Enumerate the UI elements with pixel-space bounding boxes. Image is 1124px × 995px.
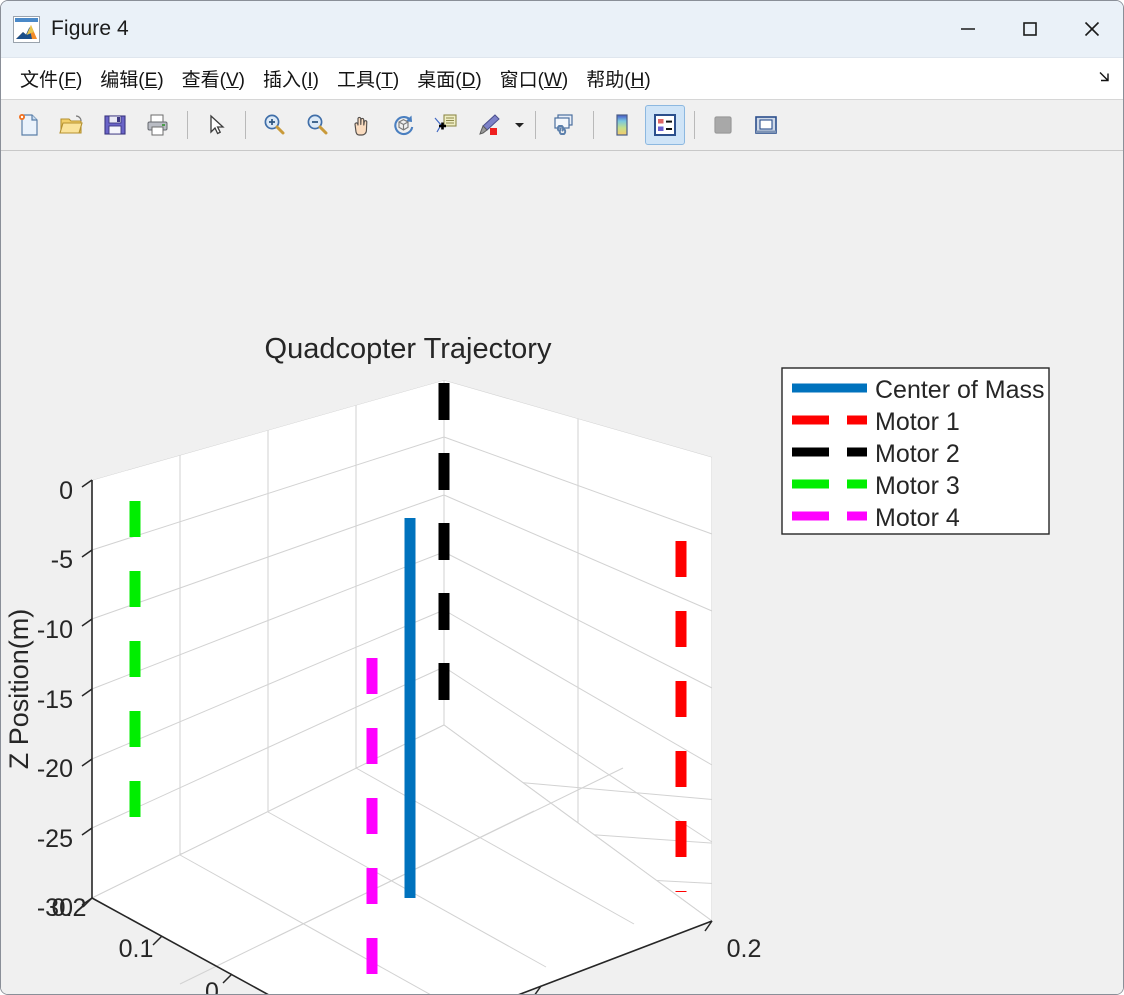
matlab-icon: [13, 15, 40, 43]
menu-item-edit[interactable]: 编辑(E): [91, 63, 172, 94]
menu-item-insert[interactable]: 插入(I): [254, 63, 328, 94]
insert-colorbar-button[interactable]: [602, 105, 642, 145]
menu-bar: 文件(F) 编辑(E) 查看(V) 插入(I) 工具(T) 桌面(D) 窗口(W…: [1, 58, 1123, 100]
separator-3: [535, 111, 536, 139]
brush-dropdown-chevron-down-icon[interactable]: [512, 106, 526, 144]
rotate-3d-button[interactable]: [383, 105, 423, 145]
zoom-in-button[interactable]: [254, 105, 294, 145]
save-figure-button[interactable]: [95, 105, 135, 145]
title-bar: Figure 4: [1, 1, 1123, 58]
axes-3d[interactable]: 0 -5 -10 -15 -20 -25 -30 0.2 0.1 0 -0.1 …: [1, 151, 1124, 995]
z-tick-label: -10: [37, 616, 73, 644]
separator-2: [245, 111, 246, 139]
x-tick-label: 0.2: [727, 935, 762, 963]
legend-label: Center of Mass: [875, 376, 1045, 404]
z-tick-label: -15: [37, 686, 73, 714]
figure-window: Figure 4 文件(F) 编辑(E) 查看(V) 插入(I) 工具(T) 桌…: [0, 0, 1124, 995]
legend-label: Motor 4: [875, 504, 960, 532]
legend-label: Motor 1: [875, 408, 960, 436]
minimize-button[interactable]: [937, 1, 999, 57]
separator-4: [593, 111, 594, 139]
separator-1: [187, 111, 188, 139]
link-plot-button[interactable]: [544, 105, 584, 145]
insert-legend-button[interactable]: [645, 105, 685, 145]
z-tick-label: -25: [37, 825, 73, 853]
menu-item-window[interactable]: 窗口(W): [491, 63, 578, 94]
show-plot-tools-button[interactable]: [746, 105, 786, 145]
figure-canvas[interactable]: 0 -5 -10 -15 -20 -25 -30 0.2 0.1 0 -0.1 …: [1, 151, 1124, 995]
data-cursor-button[interactable]: [426, 105, 466, 145]
close-button[interactable]: [1061, 1, 1123, 57]
brush-button[interactable]: [469, 105, 509, 145]
window-title: Figure 4: [51, 17, 129, 40]
z-axis-ticks: [81, 479, 93, 906]
tool-bar: [1, 100, 1123, 151]
legend-label: Motor 2: [875, 440, 960, 468]
overflow-arrow-icon[interactable]: [1097, 68, 1113, 89]
legend[interactable]: Center of Mass Motor 1 Motor 2 Motor 3 M…: [781, 367, 1050, 535]
y-tick-label: 0.2: [52, 894, 87, 922]
chart-title: Quadcopter Trajectory: [265, 333, 552, 365]
separator-5: [694, 111, 695, 139]
z-axis-label: Z Position(m): [4, 609, 34, 770]
zoom-out-button[interactable]: [297, 105, 337, 145]
menu-item-view[interactable]: 查看(V): [173, 63, 254, 94]
y-tick-label: 0.1: [119, 935, 154, 963]
print-figure-button[interactable]: [138, 105, 178, 145]
menu-item-help[interactable]: 帮助(H): [577, 63, 659, 94]
z-tick-labels: 0 -5 -10 -15 -20 -25 -30: [37, 477, 73, 922]
hide-plot-tools-button[interactable]: [703, 105, 743, 145]
z-tick-label: 0: [59, 477, 73, 505]
z-tick-label: -5: [51, 546, 73, 574]
z-tick-label: -20: [37, 755, 73, 783]
y-tick-label: 0: [205, 978, 219, 995]
pan-button[interactable]: [340, 105, 380, 145]
new-figure-button[interactable]: [9, 105, 49, 145]
maximize-button[interactable]: [999, 1, 1061, 57]
legend-label: Motor 3: [875, 472, 960, 500]
edit-plot-button[interactable]: [196, 105, 236, 145]
menu-item-tools[interactable]: 工具(T): [328, 63, 408, 94]
window-controls: [937, 1, 1123, 57]
open-file-button[interactable]: [52, 105, 92, 145]
menu-item-desktop[interactable]: 桌面(D): [408, 63, 490, 94]
menu-item-file[interactable]: 文件(F): [11, 63, 91, 94]
